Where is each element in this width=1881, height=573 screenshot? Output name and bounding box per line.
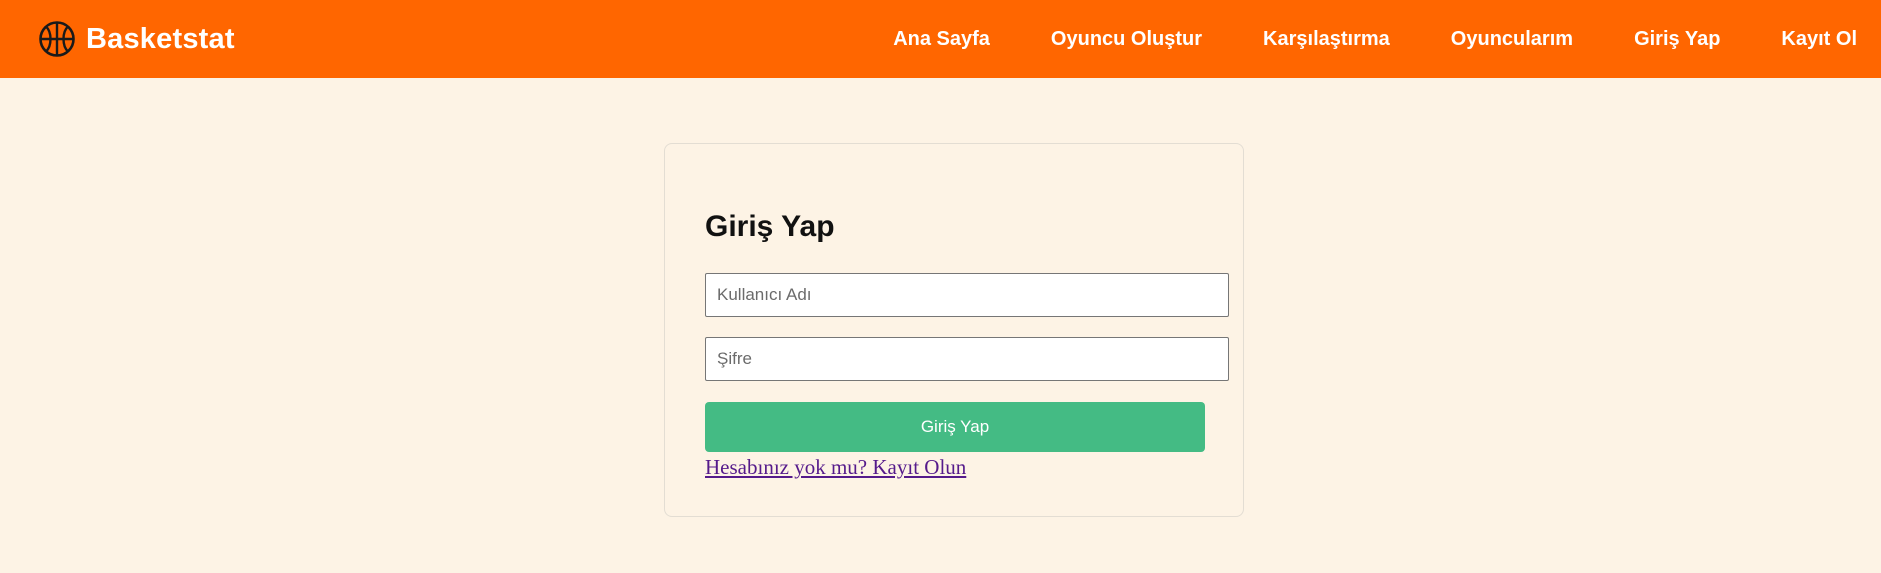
navbar: Basketstat Ana Sayfa Oyuncu Oluştur Karş… <box>0 0 1881 78</box>
register-link[interactable]: Hesabınız yok mu? Kayıt Olun <box>705 455 966 480</box>
nav-link-home[interactable]: Ana Sayfa <box>893 28 990 51</box>
nav-link-compare[interactable]: Karşılaştırma <box>1263 28 1390 51</box>
brand-name: Basketstat <box>86 22 235 55</box>
login-title: Giriş Yap <box>705 210 835 243</box>
login-button[interactable]: Giriş Yap <box>705 402 1205 452</box>
password-input[interactable] <box>705 337 1229 381</box>
basketball-icon <box>38 20 76 58</box>
brand-logo-link[interactable]: Basketstat <box>38 19 235 59</box>
nav-link-my-players[interactable]: Oyuncularım <box>1451 28 1573 51</box>
login-card: Giriş Yap Giriş Yap Hesabınız yok mu? Ka… <box>664 143 1244 517</box>
nav-link-create-player[interactable]: Oyuncu Oluştur <box>1051 28 1202 51</box>
nav-link-register[interactable]: Kayıt Ol <box>1781 28 1857 51</box>
main-nav: Ana Sayfa Oyuncu Oluştur Karşılaştırma O… <box>832 0 1857 78</box>
nav-link-login[interactable]: Giriş Yap <box>1634 28 1720 51</box>
username-input[interactable] <box>705 273 1229 317</box>
